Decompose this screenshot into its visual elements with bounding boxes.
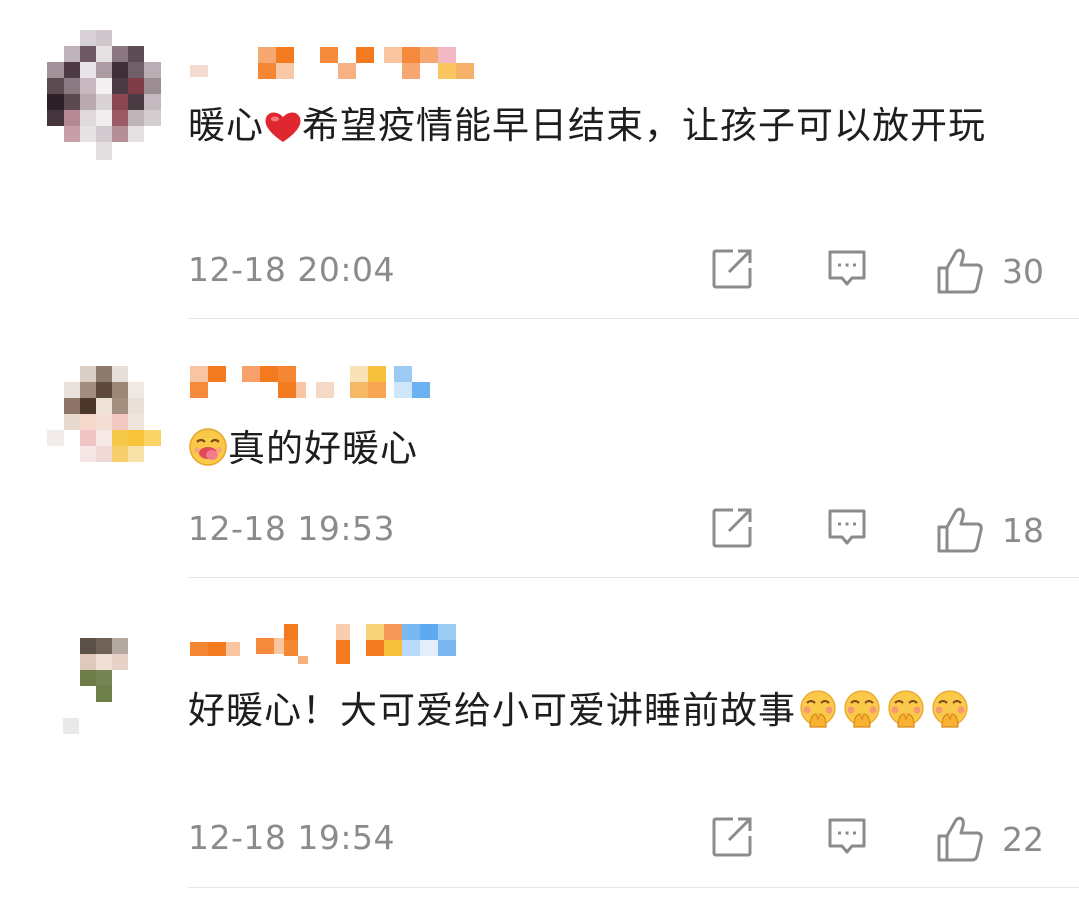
comment-item: 好暖心！大可爱给小可爱讲睡前故事 12-18 19:54 22	[0, 0, 1079, 901]
share-icon[interactable]	[711, 816, 753, 858]
like-count: 22	[1002, 819, 1044, 859]
blush-hands-emoji	[888, 690, 924, 728]
blush-hands-emoji	[800, 690, 836, 728]
blush-hands-emoji	[932, 690, 968, 728]
avatar[interactable]	[63, 638, 133, 738]
thumbs-up-icon	[937, 816, 983, 862]
blush-hands-emoji	[844, 690, 880, 728]
comment-text-part: 好暖心！大可爱给小可爱讲睡前故事	[188, 689, 796, 732]
comment-icon[interactable]	[826, 816, 868, 858]
divider	[188, 887, 1079, 888]
username[interactable]	[190, 624, 480, 664]
like-button[interactable]: 22	[936, 814, 1044, 864]
comment-timestamp: 12-18 19:54	[188, 818, 395, 857]
comment-text: 好暖心！大可爱给小可爱讲睡前故事	[188, 680, 1048, 742]
